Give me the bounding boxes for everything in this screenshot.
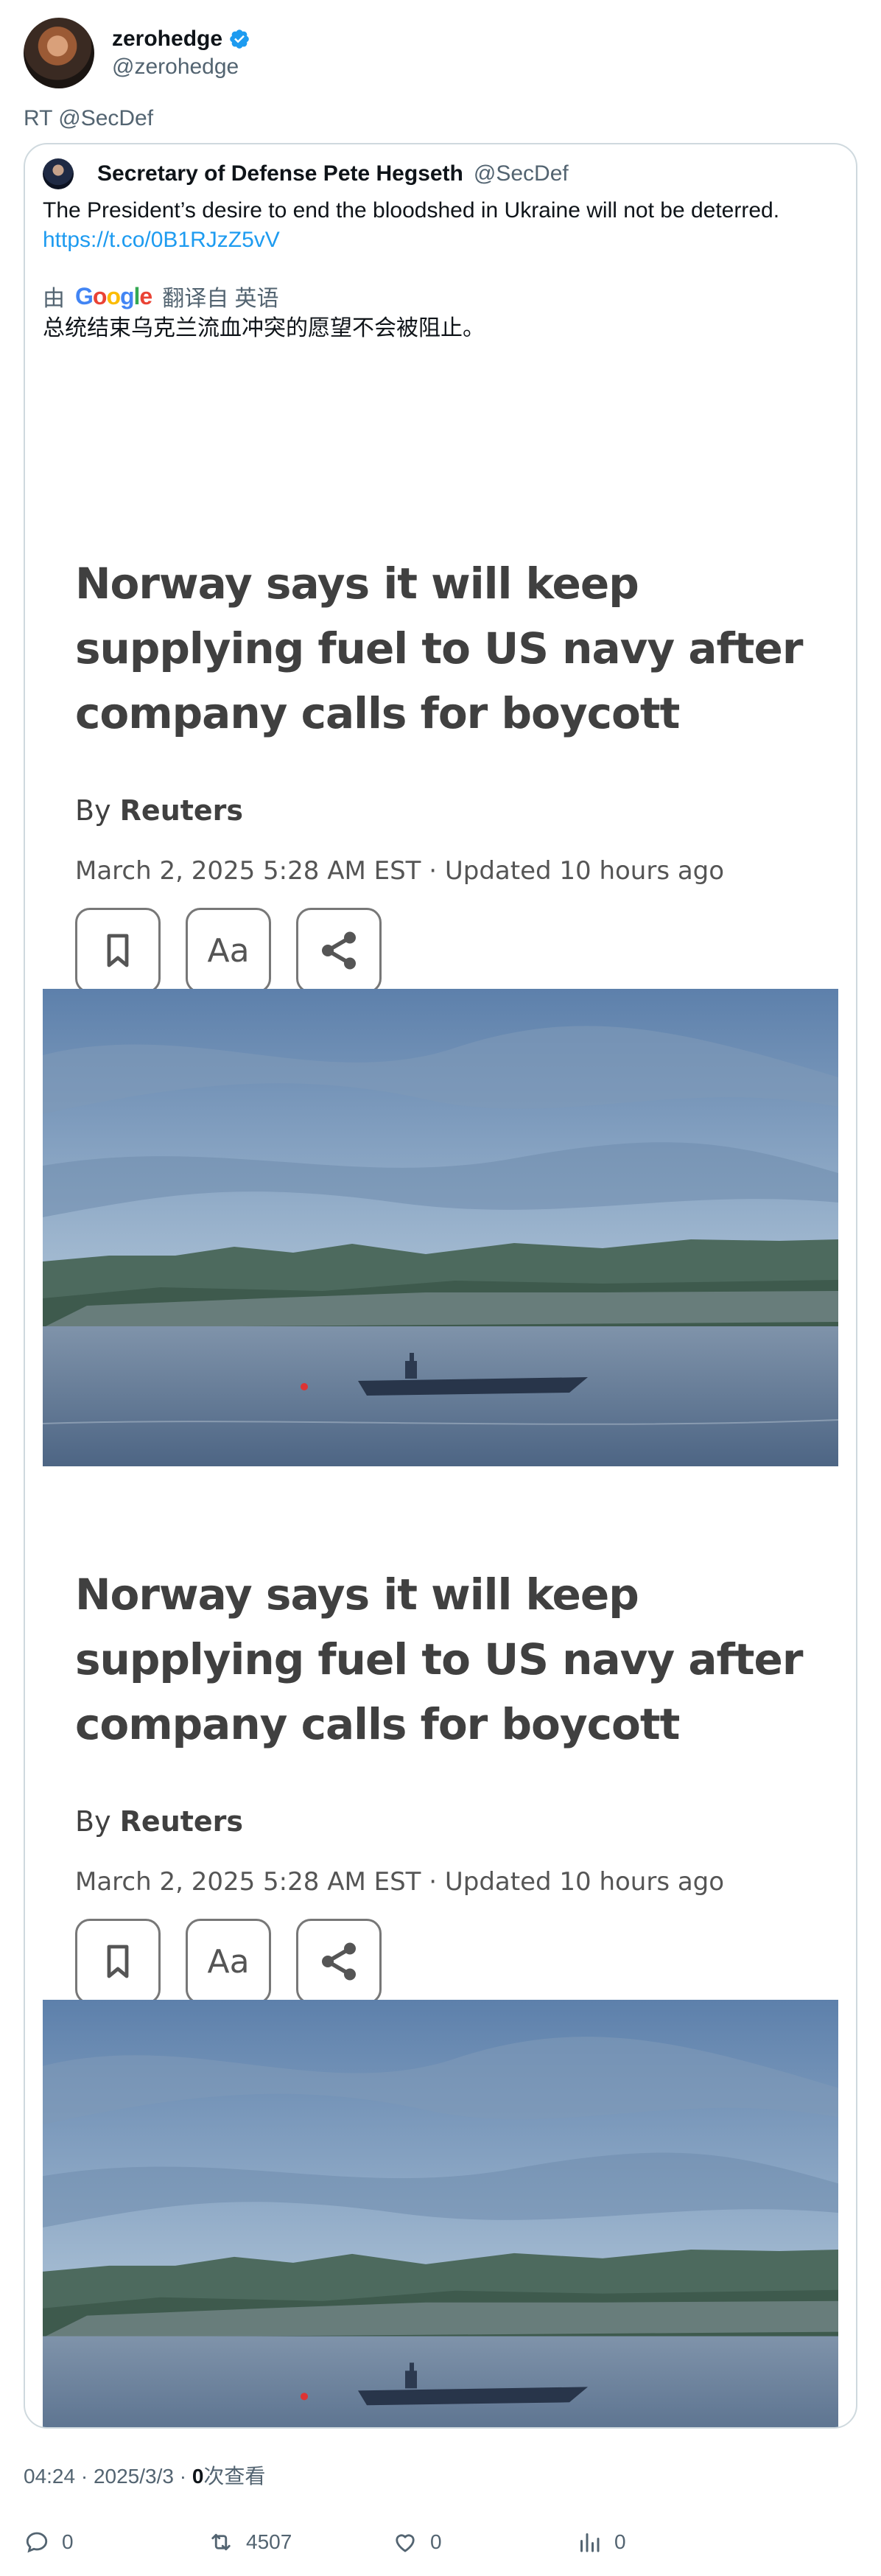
views-button[interactable]: 0: [576, 2526, 760, 2558]
bookmark-icon: [107, 1945, 129, 1978]
article-by: By: [75, 1805, 111, 1838]
quote-text: The President’s desire to end the bloods…: [43, 198, 780, 223]
author-name[interactable]: zerohedge: [112, 25, 222, 53]
retweet-button[interactable]: 4507: [208, 2526, 392, 2558]
like-button[interactable]: 0: [392, 2526, 576, 2558]
article-screenshot-2: Norway says it will keep supplying fuel …: [25, 1562, 856, 2427]
quote-author-name[interactable]: Secretary of Defense Pete Hegseth: [97, 161, 463, 186]
retweet-count: 4507: [246, 2530, 292, 2553]
retweet-label: RT @SecDef: [24, 106, 154, 130]
quote-header: Secretary of Defense Pete Hegseth @SecDe…: [43, 158, 569, 189]
translated-text: 总统结束乌克兰流血冲突的愿望不会被阻止。: [43, 316, 485, 340]
author-info: zerohedge @zerohedge: [112, 25, 250, 81]
article-date: March 2, 2025 5:28 AM EST · Updated 10 h…: [75, 1867, 725, 1897]
reply-count: 0: [62, 2530, 74, 2553]
quoted-tweet-card[interactable]: Secretary of Defense Pete Hegseth @SecDe…: [24, 143, 857, 2429]
bookmark-icon: [107, 934, 129, 967]
bookmark-button: [75, 908, 161, 993]
like-icon: [396, 2534, 415, 2552]
harbor-carrier-photo: [43, 2000, 838, 2427]
google-logo: Google: [75, 282, 152, 309]
tweet-timestamp[interactable]: 04:24 · 2025/3/3 ·: [24, 2465, 192, 2488]
article-byline: By Reuters: [75, 1805, 243, 1838]
article-buttons: Aa: [75, 908, 382, 993]
harbor-carrier-photo: [43, 989, 838, 1466]
quote-author-handle[interactable]: @SecDef: [474, 161, 569, 186]
article-title: Norway says it will keep supplying fuel …: [75, 559, 803, 738]
bookmark-button: [75, 1919, 161, 2004]
article-screenshot-1: Norway says it will keep supplying fuel …: [25, 551, 856, 1509]
article-photo: [43, 2000, 838, 2427]
views-count: 0: [192, 2465, 204, 2488]
tweet-action-bar: 0 4507 0 0: [24, 2526, 857, 2558]
author-name-row: zerohedge: [112, 25, 250, 53]
reply-icon: [26, 2532, 48, 2553]
quote-avatar[interactable]: [43, 158, 74, 189]
verified-badge-icon: [230, 29, 249, 49]
article-photo: [43, 989, 838, 1466]
article-source: Reuters: [119, 1805, 244, 1838]
share-button: [296, 1919, 382, 2004]
share-icon: [322, 1942, 356, 1981]
views-icon: [580, 2533, 600, 2552]
tweet-timestamp-views: 04:24 · 2025/3/3 · 0次查看: [24, 2463, 265, 2491]
text-size-button: Aa: [186, 908, 271, 993]
reply-button[interactable]: 0: [24, 2526, 208, 2558]
text-size-button: Aa: [186, 1919, 271, 2004]
translation-from: 翻译自 英语: [162, 287, 279, 311]
views-action-count: 0: [614, 2530, 626, 2553]
retweet-icon: [211, 2533, 231, 2551]
article-title: Norway says it will keep supplying fuel …: [75, 1569, 803, 1749]
views-label: 次查看: [203, 2465, 266, 2488]
like-count: 0: [430, 2530, 442, 2553]
article-source: Reuters: [119, 794, 244, 827]
author-handle[interactable]: @zerohedge: [112, 53, 250, 81]
share-icon: [322, 931, 356, 970]
quote-link[interactable]: https://t.co/0B1RJzZ5vV: [43, 225, 280, 255]
translation-attribution[interactable]: 由 Google 翻译自 英语: [43, 281, 279, 312]
article-date: March 2, 2025 5:28 AM EST · Updated 10 h…: [75, 856, 725, 886]
tweet-header: zerohedge @zerohedge: [24, 18, 250, 88]
article-byline: By Reuters: [75, 794, 243, 827]
author-avatar[interactable]: [24, 18, 94, 88]
translation-by: 由: [43, 287, 65, 311]
article-by: By: [75, 794, 111, 827]
share-button: [296, 908, 382, 993]
article-buttons: Aa: [75, 1919, 382, 2004]
